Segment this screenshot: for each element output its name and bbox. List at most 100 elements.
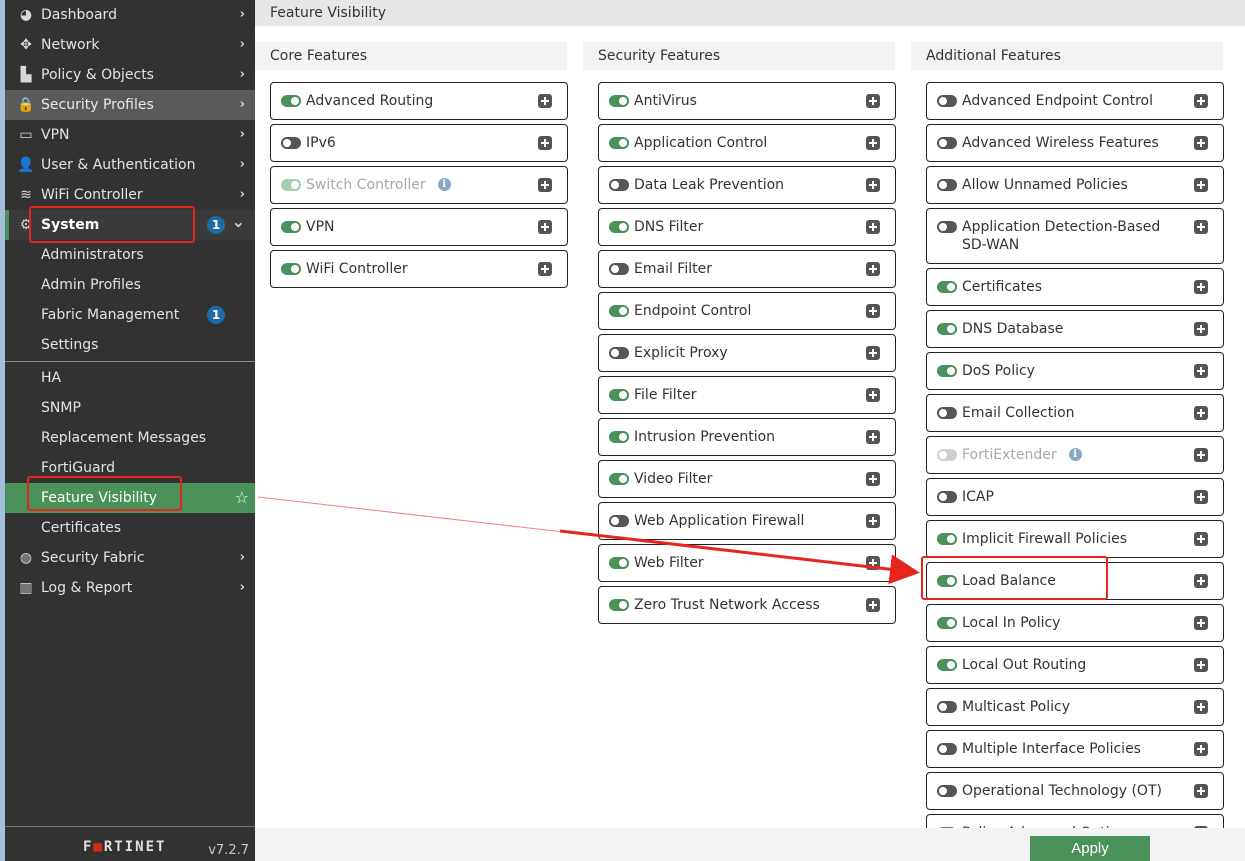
- feature-column-additional-features: Additional Features Advanced Endpoint Con…: [911, 42, 1224, 856]
- feature-toggle[interactable]: [609, 179, 629, 191]
- expand-plus-icon[interactable]: [866, 556, 880, 570]
- feature-toggle[interactable]: [609, 347, 629, 359]
- feature-toggle[interactable]: [609, 137, 629, 149]
- expand-plus-icon[interactable]: [1194, 532, 1208, 546]
- expand-plus-icon[interactable]: [1194, 220, 1208, 234]
- expand-plus-icon[interactable]: [866, 514, 880, 528]
- laptop-icon: ▭: [19, 127, 33, 143]
- sidebar-subitem-administrators[interactable]: Administrators: [5, 240, 255, 270]
- feature-toggle[interactable]: [937, 701, 957, 713]
- feature-toggle[interactable]: [937, 365, 957, 377]
- sidebar-item-security-fabric[interactable]: ◍ Security Fabric ›: [5, 543, 255, 573]
- feature-toggle[interactable]: [281, 137, 301, 149]
- expand-plus-icon[interactable]: [1194, 178, 1208, 192]
- info-icon[interactable]: i: [1068, 448, 1082, 461]
- expand-plus-icon[interactable]: [1194, 136, 1208, 150]
- feature-toggle[interactable]: [937, 743, 957, 755]
- feature-toggle[interactable]: [937, 407, 957, 419]
- feature-toggle[interactable]: [609, 305, 629, 317]
- sidebar-item-dashboard[interactable]: ◕ Dashboard ›: [5, 0, 255, 30]
- expand-plus-icon[interactable]: [866, 94, 880, 108]
- feature-toggle[interactable]: [937, 617, 957, 629]
- feature-toggle[interactable]: [281, 221, 301, 233]
- sidebar-subitem-fabric-management[interactable]: Fabric Management 1: [5, 300, 255, 330]
- feature-toggle[interactable]: [281, 263, 301, 275]
- expand-plus-icon[interactable]: [1194, 658, 1208, 672]
- feature-toggle[interactable]: [609, 263, 629, 275]
- expand-plus-icon[interactable]: [1194, 784, 1208, 798]
- expand-plus-icon[interactable]: [1194, 490, 1208, 504]
- sidebar-subitem-settings[interactable]: Settings: [5, 330, 255, 360]
- expand-plus-icon[interactable]: [866, 346, 880, 360]
- feature-toggle[interactable]: [609, 515, 629, 527]
- sidebar-item-log-report[interactable]: ▥ Log & Report ›: [5, 573, 255, 603]
- expand-plus-icon[interactable]: [1194, 616, 1208, 630]
- apply-button[interactable]: Apply: [1030, 836, 1150, 861]
- sidebar-item-system[interactable]: ⚙ System 1 ⌄: [5, 210, 255, 240]
- feature-toggle[interactable]: [937, 179, 957, 191]
- feature-toggle[interactable]: [609, 389, 629, 401]
- feature-toggle[interactable]: [281, 95, 301, 107]
- feature-toggle[interactable]: [937, 281, 957, 293]
- info-icon[interactable]: i: [437, 178, 451, 191]
- expand-plus-icon[interactable]: [538, 94, 552, 108]
- sidebar-item-vpn[interactable]: ▭ VPN ›: [5, 120, 255, 150]
- expand-plus-icon[interactable]: [1194, 448, 1208, 462]
- expand-plus-icon[interactable]: [866, 136, 880, 150]
- sidebar-subitem-admin-profiles[interactable]: Admin Profiles: [5, 270, 255, 300]
- feature-toggle[interactable]: [937, 95, 957, 107]
- expand-plus-icon[interactable]: [866, 178, 880, 192]
- expand-plus-icon[interactable]: [538, 220, 552, 234]
- expand-plus-icon[interactable]: [866, 388, 880, 402]
- feature-row: DNS Database: [926, 310, 1224, 348]
- lock-icon: 🔒: [17, 97, 35, 113]
- sidebar-subitem-feature-visibility[interactable]: Feature Visibility ☆: [5, 483, 255, 513]
- expand-plus-icon[interactable]: [1194, 406, 1208, 420]
- expand-plus-icon[interactable]: [866, 598, 880, 612]
- sidebar-subitem-certificates[interactable]: Certificates: [5, 513, 255, 543]
- sidebar-item-security-profiles[interactable]: 🔒 Security Profiles ›: [5, 90, 255, 120]
- feature-toggle[interactable]: [609, 473, 629, 485]
- feature-toggle[interactable]: [609, 431, 629, 443]
- sidebar-subitem-snmp[interactable]: SNMP: [5, 393, 255, 423]
- feature-toggle[interactable]: [937, 137, 957, 149]
- expand-plus-icon[interactable]: [538, 178, 552, 192]
- sidebar-item-policy-objects[interactable]: ▙ Policy & Objects ›: [5, 60, 255, 90]
- sidebar-item-label: Dashboard: [41, 7, 117, 23]
- feature-toggle[interactable]: [609, 599, 629, 611]
- expand-plus-icon[interactable]: [1194, 574, 1208, 588]
- expand-plus-icon[interactable]: [866, 304, 880, 318]
- expand-plus-icon[interactable]: [538, 262, 552, 276]
- feature-toggle[interactable]: [609, 221, 629, 233]
- sidebar-subitem-label: Settings: [41, 337, 99, 353]
- sidebar-item-network[interactable]: ✥ Network ›: [5, 30, 255, 60]
- feature-toggle[interactable]: [937, 575, 957, 587]
- expand-plus-icon[interactable]: [1194, 280, 1208, 294]
- feature-toggle[interactable]: [937, 491, 957, 503]
- feature-toggle[interactable]: [937, 323, 957, 335]
- expand-plus-icon[interactable]: [1194, 364, 1208, 378]
- feature-row: Local Out Routing: [926, 646, 1224, 684]
- sidebar-subitem-ha[interactable]: HA: [5, 363, 255, 393]
- expand-plus-icon[interactable]: [538, 136, 552, 150]
- favorite-star-icon[interactable]: ☆: [235, 488, 249, 507]
- sidebar-item-user-authentication[interactable]: 👤 User & Authentication ›: [5, 150, 255, 180]
- expand-plus-icon[interactable]: [866, 262, 880, 276]
- feature-toggle[interactable]: [937, 659, 957, 671]
- sidebar-item-wifi-controller[interactable]: ≋ WiFi Controller ›: [5, 180, 255, 210]
- expand-plus-icon[interactable]: [866, 220, 880, 234]
- feature-toggle[interactable]: [937, 221, 957, 233]
- expand-plus-icon[interactable]: [1194, 700, 1208, 714]
- expand-plus-icon[interactable]: [1194, 742, 1208, 756]
- expand-plus-icon[interactable]: [866, 430, 880, 444]
- feature-toggle[interactable]: [609, 95, 629, 107]
- feature-toggle[interactable]: [937, 533, 957, 545]
- expand-plus-icon[interactable]: [1194, 322, 1208, 336]
- sidebar-subitem-fortiguard[interactable]: FortiGuard: [5, 453, 255, 483]
- expand-plus-icon[interactable]: [866, 472, 880, 486]
- feature-toggle[interactable]: [609, 557, 629, 569]
- expand-plus-icon[interactable]: [1194, 94, 1208, 108]
- sidebar-subitem-replacement-messages[interactable]: Replacement Messages: [5, 423, 255, 453]
- feature-toggle[interactable]: [937, 785, 957, 797]
- feature-row: Implicit Firewall Policies: [926, 520, 1224, 558]
